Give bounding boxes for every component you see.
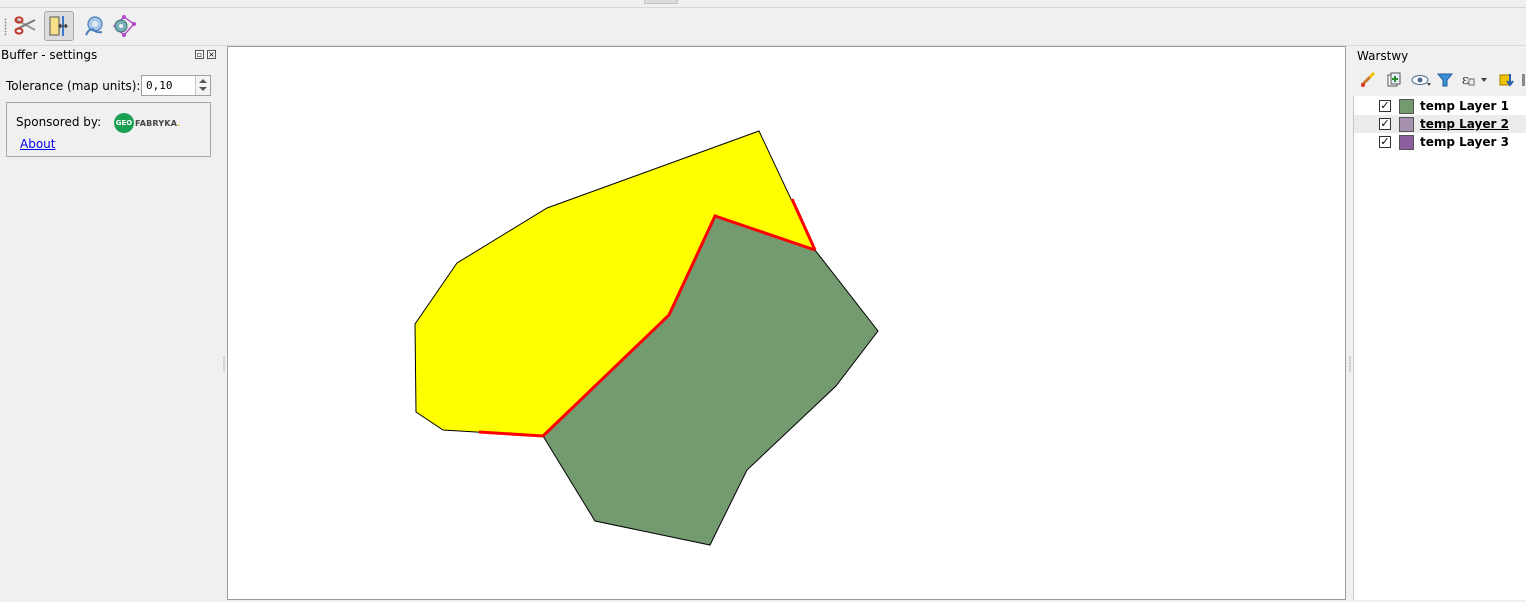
top-strip xyxy=(0,0,1526,8)
geofabryka-logo: GEO FABRYKA. xyxy=(114,113,180,133)
layer-checkbox[interactable]: ✓ xyxy=(1379,136,1391,148)
left-splitter-handle[interactable] xyxy=(223,356,225,372)
svg-text:ε: ε xyxy=(1462,73,1469,88)
visibility-eye-icon[interactable] xyxy=(1411,71,1433,89)
logo-circle: GEO xyxy=(114,113,134,133)
spin-down-icon[interactable] xyxy=(199,87,207,91)
dock-grip-handle[interactable] xyxy=(644,0,678,4)
map-canvas[interactable] xyxy=(227,46,1346,600)
layers-panel-title: Warstwy xyxy=(1357,49,1409,63)
layer-row-3[interactable]: ✓ temp Layer 3 xyxy=(1354,133,1526,151)
layer-swatch xyxy=(1399,117,1414,132)
panel-title: Buffer - settings xyxy=(1,48,98,62)
layers-tree: ✓ temp Layer 1 ✓ temp Layer 2 ✓ temp Lay… xyxy=(1353,96,1526,600)
float-panel-icon[interactable]: ▫ xyxy=(195,50,204,59)
layer-name[interactable]: temp Layer 3 xyxy=(1420,135,1509,149)
logo-word: FABRYKA xyxy=(135,118,178,128)
spin-buttons[interactable] xyxy=(195,76,210,95)
layer-name[interactable]: temp Layer 1 xyxy=(1420,99,1509,113)
layer-row-2[interactable]: ✓ temp Layer 2 xyxy=(1354,115,1526,133)
digitizing-toolbar xyxy=(0,8,1526,46)
expression-filter-icon[interactable]: ε xyxy=(1460,71,1488,89)
layer-checkbox[interactable]: ✓ xyxy=(1379,118,1391,130)
layer-swatch xyxy=(1399,135,1414,150)
split-parts-icon[interactable] xyxy=(78,11,108,41)
toolbar-grip-handle[interactable] xyxy=(4,18,7,36)
split-features-icon[interactable] xyxy=(44,11,74,41)
filter-icon[interactable] xyxy=(1436,71,1454,89)
logo-dot: . xyxy=(177,118,181,128)
vertex-tool-icon[interactable] xyxy=(109,11,139,41)
tolerance-spinbox[interactable]: 0,10 xyxy=(141,75,211,96)
sponsored-label: Sponsored by: xyxy=(16,115,102,129)
style-brush-icon[interactable] xyxy=(1359,71,1377,89)
tolerance-label: Tolerance (map units): xyxy=(6,79,141,93)
about-link[interactable]: About xyxy=(20,137,55,151)
move-down-icon[interactable] xyxy=(1498,71,1516,89)
scissors-icon[interactable] xyxy=(10,11,40,41)
layers-panel: Warstwy ε ✓ temp Layer 1 ✓ temp Layer 2 … xyxy=(1353,46,1526,600)
right-splitter-handle[interactable] xyxy=(1349,356,1351,372)
layer-checkbox[interactable]: ✓ xyxy=(1379,100,1391,112)
buffer-settings-panel: Buffer - settings ▫ × Tolerance (map uni… xyxy=(0,46,221,600)
layer-row-1[interactable]: ✓ temp Layer 1 xyxy=(1354,97,1526,115)
close-panel-icon[interactable]: × xyxy=(207,50,216,59)
layer-swatch xyxy=(1399,99,1414,114)
sponsor-box: Sponsored by: GEO FABRYKA. About xyxy=(6,102,211,157)
spin-up-icon[interactable] xyxy=(199,79,207,83)
tolerance-value[interactable]: 0,10 xyxy=(146,79,173,92)
layer-name[interactable]: temp Layer 2 xyxy=(1420,117,1509,131)
overflow-icon[interactable] xyxy=(1521,71,1526,89)
add-group-icon[interactable] xyxy=(1384,71,1402,89)
map-svg xyxy=(414,130,879,546)
